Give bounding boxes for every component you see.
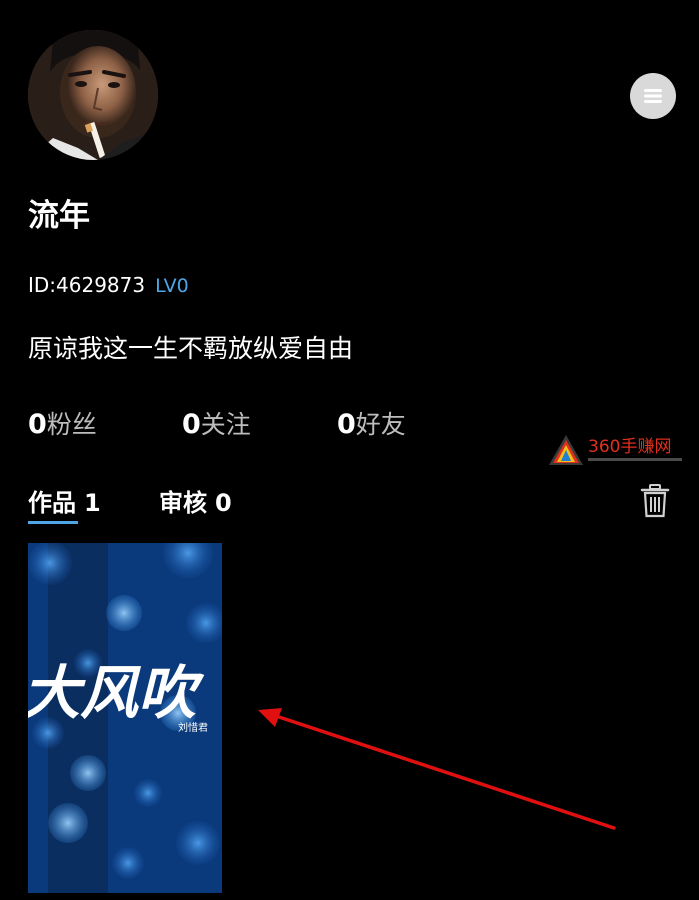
fans-label: 粉丝 [46, 410, 97, 439]
tab-review-count: 0 [215, 489, 232, 517]
work-title: 大风吹 [28, 659, 205, 727]
signature: 原谅我这一生不羁放纵爱自由 [28, 334, 354, 363]
annotation-arrow [256, 704, 620, 834]
tab-review-label: 审核 [159, 489, 207, 517]
watermark: 360手赚网 [548, 434, 688, 468]
trash-icon [640, 484, 670, 518]
avatar[interactable] [28, 30, 158, 160]
following-count: 0 [182, 409, 201, 440]
nickname: 流年 [28, 198, 90, 234]
delete-button[interactable] [640, 484, 670, 518]
arrow-icon [258, 708, 616, 830]
tab-review[interactable]: 审核 0 [159, 487, 232, 519]
tab-works-count: 1 [84, 489, 101, 517]
id-row: ID:4629873 LV0 [28, 272, 189, 299]
profile-page: 流年 ID:4629873 LV0 原谅我这一生不羁放纵爱自由 0粉丝 0关注 0… [0, 0, 699, 900]
stat-fans[interactable]: 0粉丝 [28, 408, 97, 445]
active-tab-indicator [28, 521, 78, 524]
menu-button[interactable] [630, 73, 676, 119]
level-badge: LV0 [155, 275, 189, 297]
friends-count: 0 [337, 409, 356, 440]
watermark-logo-icon [549, 435, 583, 465]
watermark-underline [588, 458, 682, 461]
following-label: 关注 [200, 410, 251, 439]
menu-icon [644, 89, 662, 103]
fans-count: 0 [28, 409, 47, 440]
friends-label: 好友 [355, 410, 406, 439]
work-artist: 刘惜君 [178, 721, 208, 734]
work-thumbnail[interactable]: 大风吹 刘惜君 [28, 543, 222, 893]
user-id: ID:4629873 [28, 273, 146, 297]
work-cover-image: 大风吹 刘惜君 [28, 543, 222, 893]
tab-works-label: 作品 [28, 489, 76, 517]
stat-following[interactable]: 0关注 [182, 408, 251, 445]
stat-friends[interactable]: 0好友 [337, 408, 406, 445]
avatar-image [28, 30, 158, 160]
watermark-text: 360手赚网 [588, 437, 672, 457]
tab-works[interactable]: 作品 1 [28, 487, 101, 519]
